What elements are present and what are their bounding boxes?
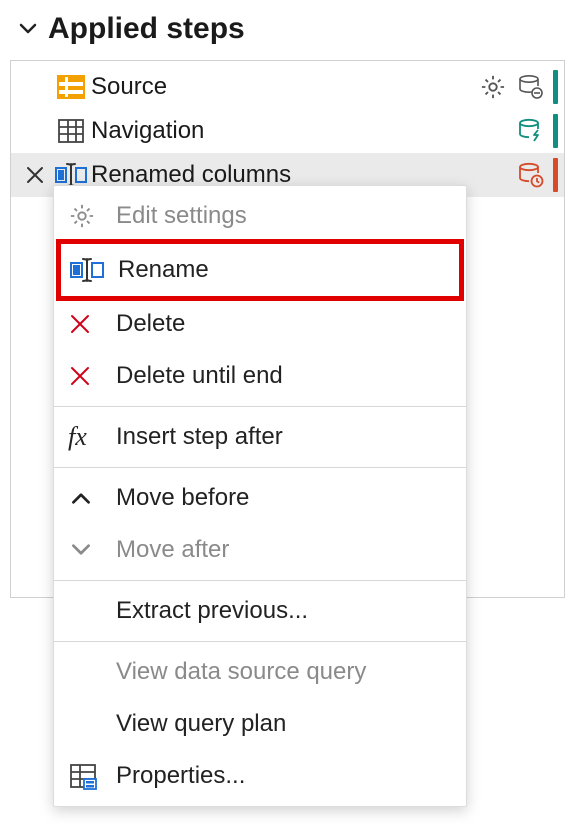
menu-label: Insert step after [116,423,283,451]
menu-item-properties[interactable]: Properties... [54,750,466,802]
gear-icon[interactable] [477,71,509,103]
menu-item-move-before[interactable]: Move before [54,472,466,524]
step-row-navigation[interactable]: Navigation [11,109,564,153]
rename-icon [70,257,114,283]
step-row-source[interactable]: Source [11,65,564,109]
menu-label: Properties... [116,762,245,790]
menu-label: View query plan [116,710,286,738]
menu-label: Extract previous... [116,597,308,625]
menu-item-extract-previous[interactable]: Extract previous... [54,585,466,637]
table-icon [51,116,91,146]
menu-separator [54,641,466,642]
database-remove-icon [515,71,547,103]
chevron-up-icon [68,485,112,511]
gear-icon [68,202,112,230]
close-icon [68,364,112,388]
database-bolt-icon [515,115,547,147]
menu-separator [54,580,466,581]
source-icon [51,72,91,102]
database-clock-icon [515,159,547,191]
menu-item-view-data-source-query: View data source query [54,646,466,698]
menu-item-view-query-plan[interactable]: View query plan [54,698,466,750]
panel-header[interactable]: Applied steps [10,8,565,56]
applied-steps-list: Source [10,60,565,598]
properties-icon [68,761,112,791]
menu-label: Rename [118,256,209,284]
menu-item-delete-until-end[interactable]: Delete until end [54,350,466,402]
menu-item-move-after: Move after [54,524,466,576]
step-label: Navigation [91,117,515,145]
step-status-bar [553,158,558,192]
delete-step-icon[interactable] [19,164,51,186]
panel-title: Applied steps [48,12,245,46]
menu-label: Delete [116,310,185,338]
menu-item-delete[interactable]: Delete [54,298,466,350]
highlighted-menu-item: Rename [56,239,464,301]
fx-icon: fx [68,422,112,452]
menu-label: View data source query [116,658,366,686]
close-icon [68,312,112,336]
chevron-down-icon [16,17,40,41]
chevron-down-icon [68,537,112,563]
menu-label: Edit settings [116,202,247,230]
menu-item-rename[interactable]: Rename [61,244,459,296]
context-menu: Edit settings Rename [53,185,467,807]
menu-label: Move before [116,484,249,512]
menu-item-insert-step-after[interactable]: fx Insert step after [54,411,466,463]
step-label: Source [91,73,477,101]
menu-separator [54,406,466,407]
menu-label: Delete until end [116,362,283,390]
step-status-bar [553,70,558,104]
menu-separator [54,467,466,468]
menu-label: Move after [116,536,229,564]
menu-item-edit-settings: Edit settings [54,190,466,242]
step-status-bar [553,114,558,148]
